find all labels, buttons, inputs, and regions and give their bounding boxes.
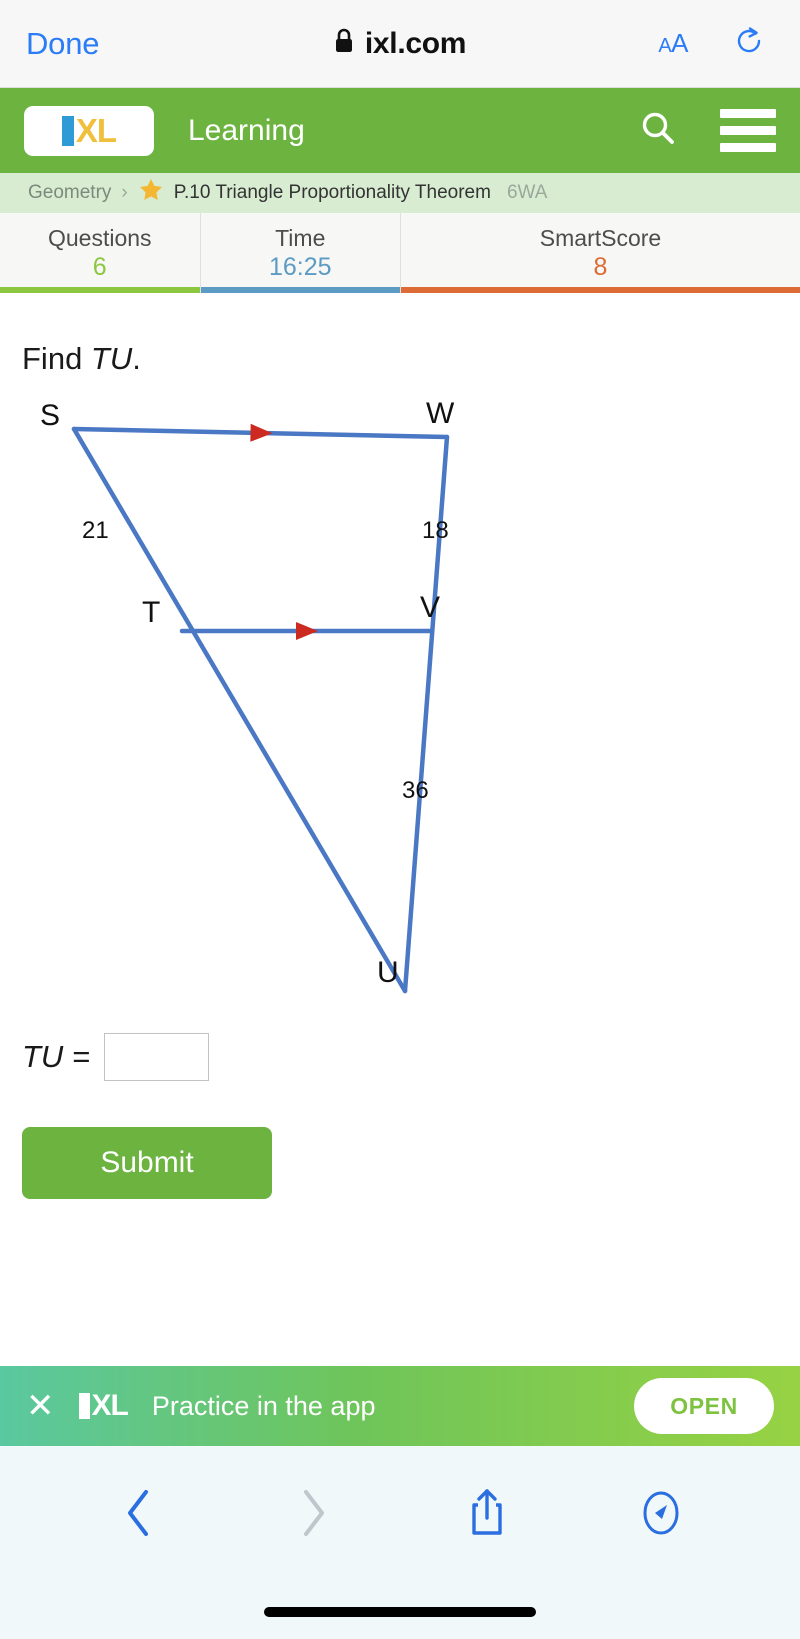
logo-xl-text: XL: [75, 112, 117, 149]
done-button[interactable]: Done: [26, 26, 100, 62]
app-header-actions: [638, 108, 776, 153]
star-icon[interactable]: [138, 177, 164, 209]
hamburger-menu-icon[interactable]: [720, 109, 776, 152]
browser-right-actions: AA: [658, 25, 764, 62]
banner-logo-i-bar: [78, 1393, 90, 1419]
stat-smartscore[interactable]: SmartScore 8: [401, 213, 800, 293]
app-promo-banner: ✕ XL Practice in the app OPEN: [0, 1366, 800, 1446]
share-button[interactable]: [400, 1484, 574, 1546]
safari-compass-icon: [636, 1488, 686, 1543]
question-content: Find TU. S W T V U 21 18 36 TU = Submit: [0, 293, 800, 1375]
app-header-title: Learning: [188, 113, 305, 147]
stat-value: 8: [593, 252, 608, 281]
ixl-logo[interactable]: XL: [24, 105, 154, 156]
banner-ixl-logo: XL: [78, 1389, 129, 1422]
question-prefix: Find: [22, 341, 91, 376]
open-app-button[interactable]: OPEN: [634, 1378, 774, 1434]
stat-value: 16:25: [268, 252, 332, 281]
breadcrumb: Geometry › P.10 Triangle Proportionality…: [0, 173, 800, 213]
measure-label-ST: 21: [82, 517, 109, 544]
home-indicator: [264, 1607, 536, 1617]
question-segment: TU: [90, 341, 133, 376]
question-prompt: Find TU.: [22, 293, 778, 377]
browser-toolbar-bottom: [0, 1446, 800, 1639]
stat-label: SmartScore: [539, 224, 662, 251]
banner-logo-xl-text: XL: [91, 1389, 129, 1422]
share-icon: [466, 1486, 508, 1545]
logo-i-bar: [61, 115, 74, 146]
stat-label: Questions: [47, 224, 152, 251]
geometry-figure: S W T V U 21 18 36: [22, 391, 522, 1011]
close-icon[interactable]: ✕: [26, 1389, 55, 1423]
question-suffix: .: [132, 341, 141, 376]
breadcrumb-skill[interactable]: P.10 Triangle Proportionality Theorem: [174, 182, 491, 204]
search-icon[interactable]: [638, 108, 678, 153]
vertex-label-V: V: [420, 591, 440, 624]
url-text: ixl.com: [364, 26, 467, 60]
breadcrumb-separator: ›: [121, 182, 128, 203]
text-size-button[interactable]: AA: [658, 28, 688, 59]
answer-row: TU =: [22, 1033, 778, 1081]
answer-input[interactable]: [104, 1033, 210, 1081]
answer-prefix-label: TU =: [22, 1039, 91, 1074]
measure-label-VU: 36: [402, 777, 429, 804]
back-button[interactable]: [52, 1484, 226, 1546]
stat-questions[interactable]: Questions 6: [0, 213, 201, 293]
lock-icon: [334, 28, 354, 59]
vertex-label-T: T: [142, 596, 160, 629]
vertex-label-S: S: [40, 399, 60, 432]
forward-button: [226, 1484, 400, 1546]
forward-chevron-icon: [296, 1487, 330, 1544]
breadcrumb-code: 6WA: [506, 182, 548, 203]
stat-label: Time: [275, 224, 326, 251]
reload-icon[interactable]: [734, 25, 764, 62]
breadcrumb-subject[interactable]: Geometry: [28, 182, 111, 204]
submit-button[interactable]: Submit: [22, 1127, 272, 1199]
vertex-label-W: W: [426, 397, 455, 430]
browser-chrome-top: Done ixl.com AA: [0, 0, 800, 88]
back-chevron-icon: [122, 1487, 156, 1544]
stat-value: 6: [92, 252, 107, 281]
app-header: XL Learning: [0, 88, 800, 173]
stat-time[interactable]: Time 16:25: [200, 213, 401, 293]
vertex-label-U: U: [377, 956, 399, 989]
stats-bar: Questions 6 Time 16:25 SmartScore 8: [0, 213, 800, 293]
bookmarks-button[interactable]: [574, 1484, 748, 1546]
banner-text: Practice in the app: [151, 1390, 376, 1421]
measure-label-WV: 18: [422, 517, 449, 544]
geometry-svg: S W T V U 21 18 36: [40, 397, 455, 994]
